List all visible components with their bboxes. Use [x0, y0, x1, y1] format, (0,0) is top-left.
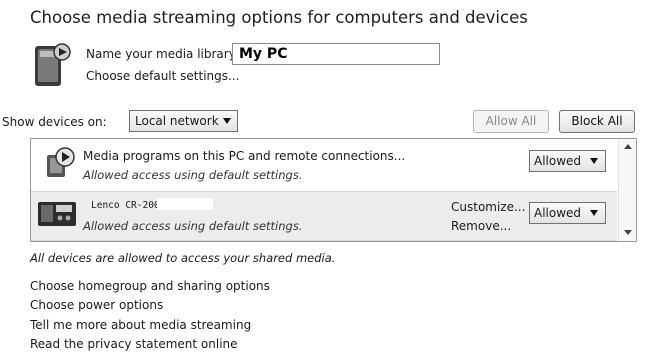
- device-status: Allowed access using default settings.: [83, 168, 303, 182]
- device-name: Media programs on this PC and remote con…: [83, 149, 406, 163]
- device-access-value: Allowed: [534, 154, 582, 168]
- library-name-input[interactable]: [232, 43, 440, 65]
- media-library-icon: [35, 43, 71, 86]
- device-row-media-programs[interactable]: Media programs on this PC and remote con…: [31, 139, 617, 187]
- device-name: Lenco CR-2003: [91, 200, 166, 211]
- chevron-down-icon: [590, 210, 598, 216]
- show-devices-label: Show devices on:: [2, 115, 107, 129]
- homegroup-sharing-link[interactable]: Choose homegroup and sharing options: [30, 279, 270, 293]
- device-access-value: Allowed: [534, 206, 582, 220]
- customize-link[interactable]: Customize...: [451, 200, 525, 214]
- access-notice: All devices are allowed to access your s…: [30, 251, 336, 265]
- radio-device-icon: [38, 202, 76, 226]
- power-options-link[interactable]: Choose power options: [30, 298, 163, 312]
- device-status: Allowed access using default settings.: [83, 219, 303, 233]
- scroll-up-icon[interactable]: [624, 144, 632, 149]
- device-list: Media programs on this PC and remote con…: [30, 138, 637, 242]
- media-player-icon: [47, 147, 75, 177]
- redacted-area: [157, 198, 213, 210]
- allow-all-button[interactable]: Allow All: [473, 110, 549, 133]
- device-access-select[interactable]: Allowed: [529, 150, 606, 172]
- block-all-button[interactable]: Block All: [559, 110, 635, 133]
- remove-link[interactable]: Remove...: [451, 219, 511, 233]
- network-select[interactable]: Local network: [129, 110, 238, 132]
- choose-default-settings-link[interactable]: Choose default settings...: [86, 69, 239, 83]
- device-row-lenco[interactable]: Lenco CR-2003 Allowed access using defau…: [31, 191, 617, 241]
- page-title: Choose media streaming options for compu…: [30, 8, 528, 27]
- chevron-down-icon: [590, 158, 598, 164]
- device-access-select[interactable]: Allowed: [529, 202, 606, 224]
- network-select-value: Local network: [135, 114, 219, 128]
- list-scrollbar[interactable]: [618, 139, 636, 241]
- scroll-down-icon[interactable]: [624, 230, 632, 235]
- media-streaming-help-link[interactable]: Tell me more about media streaming: [30, 318, 251, 332]
- chevron-down-icon: [223, 118, 231, 124]
- library-name-label: Name your media library:: [86, 47, 239, 61]
- privacy-statement-link[interactable]: Read the privacy statement online: [30, 337, 238, 351]
